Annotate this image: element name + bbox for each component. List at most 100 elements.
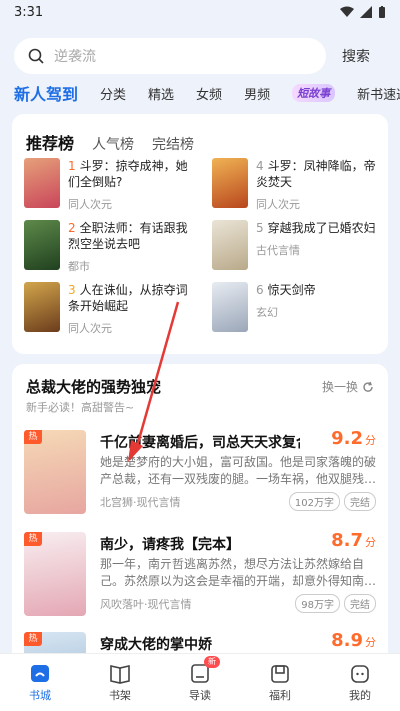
rank-book-title-cont: 条开始崛起 [68,299,129,313]
nav-welfare[interactable]: 福利 [250,662,310,703]
rank-book-title: 斗罗：掠夺成神，她 [79,159,188,173]
refresh-button[interactable]: 换一换 [322,376,374,397]
rank-genre: 同人次元 [68,322,112,335]
book-description: 她是楚梦府的大小姐，富可敌国。他是司家落魄的破产总裁，还有一双残废的腿。一场车祸… [100,455,376,486]
rank-book-title: 穿越我成了已婚农妇 [267,221,376,235]
ranking-item[interactable]: 5 穿越我成了已婚农妇 古代言情 [212,220,388,274]
book-cover [212,158,248,208]
status-tag: 完结 [344,492,376,511]
recommendation-subtitle: 新手必读！高甜警告~ [26,401,135,414]
wifi-icon [340,6,354,17]
rank-number: 2 [68,221,76,235]
book-cover [212,282,248,332]
book-cover [24,220,60,270]
word-count-tag: 98万字 [295,594,340,613]
tab-new-books[interactable]: 新书速递 [357,84,400,103]
ranking-item[interactable]: 6 惊天剑帝 玄幻 [212,282,388,336]
signal-icon [360,6,372,18]
book-score: 9.2 分 [331,428,376,449]
home-icon [31,665,49,682]
book-description: 那一年，南亓哲逃离苏然，想尽方法让苏然嫁给自己。苏然原以为这会是幸福的开端，却意… [100,557,376,588]
rank-genre: 同人次元 [68,198,112,211]
rank-book-title-cont: 们全倒贴? [68,175,123,189]
bottom-nav: 书城 书架 新 导读 福利 我的 [0,653,400,711]
nav-bookstore[interactable]: 书城 [10,662,70,703]
tab-popular[interactable]: 人气榜 [92,134,134,154]
rank-book-title: 斗罗：凤神降临，帝 [267,159,376,173]
rank-book-title: 惊天剑帝 [267,283,316,297]
ranking-title[interactable]: 推荐榜 [26,130,74,154]
book-score: 8.9 分 [331,630,376,651]
book-author-genre: 风吹落叶·现代言情 [100,598,192,611]
hot-badge: 热 [24,532,42,546]
tab-featured[interactable]: 精选 [148,84,174,103]
rank-book-title-cont: 烈空坐说去吧 [68,237,141,251]
nav-profile[interactable]: 我的 [330,662,390,703]
rank-genre: 古代言情 [256,244,300,257]
tab-newcomer[interactable]: 新人驾到 [14,81,78,105]
rank-number: 5 [256,221,264,235]
ranking-header: 推荐榜 人气榜 完结榜 [12,114,388,154]
status-tag: 完结 [344,594,376,613]
rank-genre: 同人次元 [256,198,300,211]
recommendation-title: 总裁大佬的强势独宠 [26,378,162,396]
hot-badge: 热 [24,632,42,646]
new-badge: 新 [204,656,220,668]
battery-icon [379,5,385,18]
ranking-item[interactable]: 4 斗罗：凤神降临，帝 炎焚天 同人次元 [212,158,388,212]
rank-number: 4 [256,159,264,173]
nav-label: 书架 [109,689,131,702]
rank-genre: 都市 [68,260,90,273]
search-button[interactable]: 搜索 [326,46,386,66]
book-cover [24,158,60,208]
book-author-genre: 北宫狮·现代言情 [100,496,181,509]
nav-guide[interactable]: 新 导读 [170,656,230,703]
rank-number: 1 [68,159,76,173]
gift-icon [271,665,289,683]
ranking-item[interactable]: 2 全职法师：有话跟我 烈空坐说去吧 都市 [24,220,200,274]
search-input[interactable]: 逆袭流 [14,38,326,74]
hot-badge: 热 [24,430,42,444]
nav-bookshelf[interactable]: 书架 [90,662,150,703]
rank-book-title: 人在诛仙，从掠夺词 [79,283,188,297]
book-score: 8.7 分 [331,530,376,551]
ranking-card: 推荐榜 人气榜 完结榜 1 斗罗：掠夺成神，她 们全倒贴? 同人次元 2 全职法师：… [12,114,388,354]
nav-label: 福利 [269,689,291,702]
ranking-item[interactable]: 1 斗罗：掠夺成神，她 们全倒贴? 同人次元 [24,158,200,212]
tab-short-story[interactable]: 短故事 [292,84,336,102]
rank-genre: 玄幻 [256,306,278,319]
rank-book-title: 全职法师：有话跟我 [79,221,188,235]
search-row: 逆袭流 搜索 [14,38,386,74]
status-icons [340,5,386,19]
book-item[interactable]: 热 南少，请疼我【完本】 8.7 分 那一年，南亓哲逃离苏然，想尽方法让苏然嫁给自… [24,530,376,632]
tab-female[interactable]: 女频 [196,84,222,103]
rank-number: 3 [68,283,76,297]
book-tags: 98万字 完结 [295,594,376,613]
status-time: 3:31 [14,4,44,20]
nav-label: 书城 [29,689,51,702]
refresh-icon [363,381,373,392]
rank-number: 6 [256,283,264,297]
rank-book-title-cont: 炎焚天 [256,175,293,189]
tab-category[interactable]: 分类 [100,84,126,103]
status-bar: 3:31 [0,0,400,24]
nav-label: 导读 [189,689,211,702]
profile-icon [351,665,369,683]
bookshelf-icon [110,665,130,684]
book-item[interactable]: 热 千亿前妻离婚后，司总天天求复合 9.2 分 她是楚梦府的大小姐，富可敌国。他是… [24,428,376,530]
book-title: 穿成大佬的掌中娇 [100,637,212,653]
tab-completed[interactable]: 完结榜 [152,134,194,154]
ranking-item[interactable]: 3 人在诛仙，从掠夺词 条开始崛起 同人次元 [24,282,200,336]
book-title: 南少，请疼我【完本】 [100,537,240,553]
book-title: 千亿前妻离婚后，司总天天求复合 [100,435,300,451]
category-tabs: 新人驾到 分类 精选 女频 男频 短故事 新书速递 [0,80,400,106]
search-icon [28,48,44,64]
search-placeholder: 逆袭流 [54,49,96,65]
recommendation-header: 总裁大佬的强势独宠 换一换 [12,364,388,397]
tab-male[interactable]: 男频 [244,84,270,103]
recommendation-card: 总裁大佬的强势独宠 换一换 新手必读！高甜警告~ 热 千亿前妻离婚后，司总天天求… [12,364,388,711]
book-cover [24,282,60,332]
nav-label: 我的 [349,689,371,702]
refresh-label: 换一换 [321,380,358,394]
book-cover [212,220,248,270]
